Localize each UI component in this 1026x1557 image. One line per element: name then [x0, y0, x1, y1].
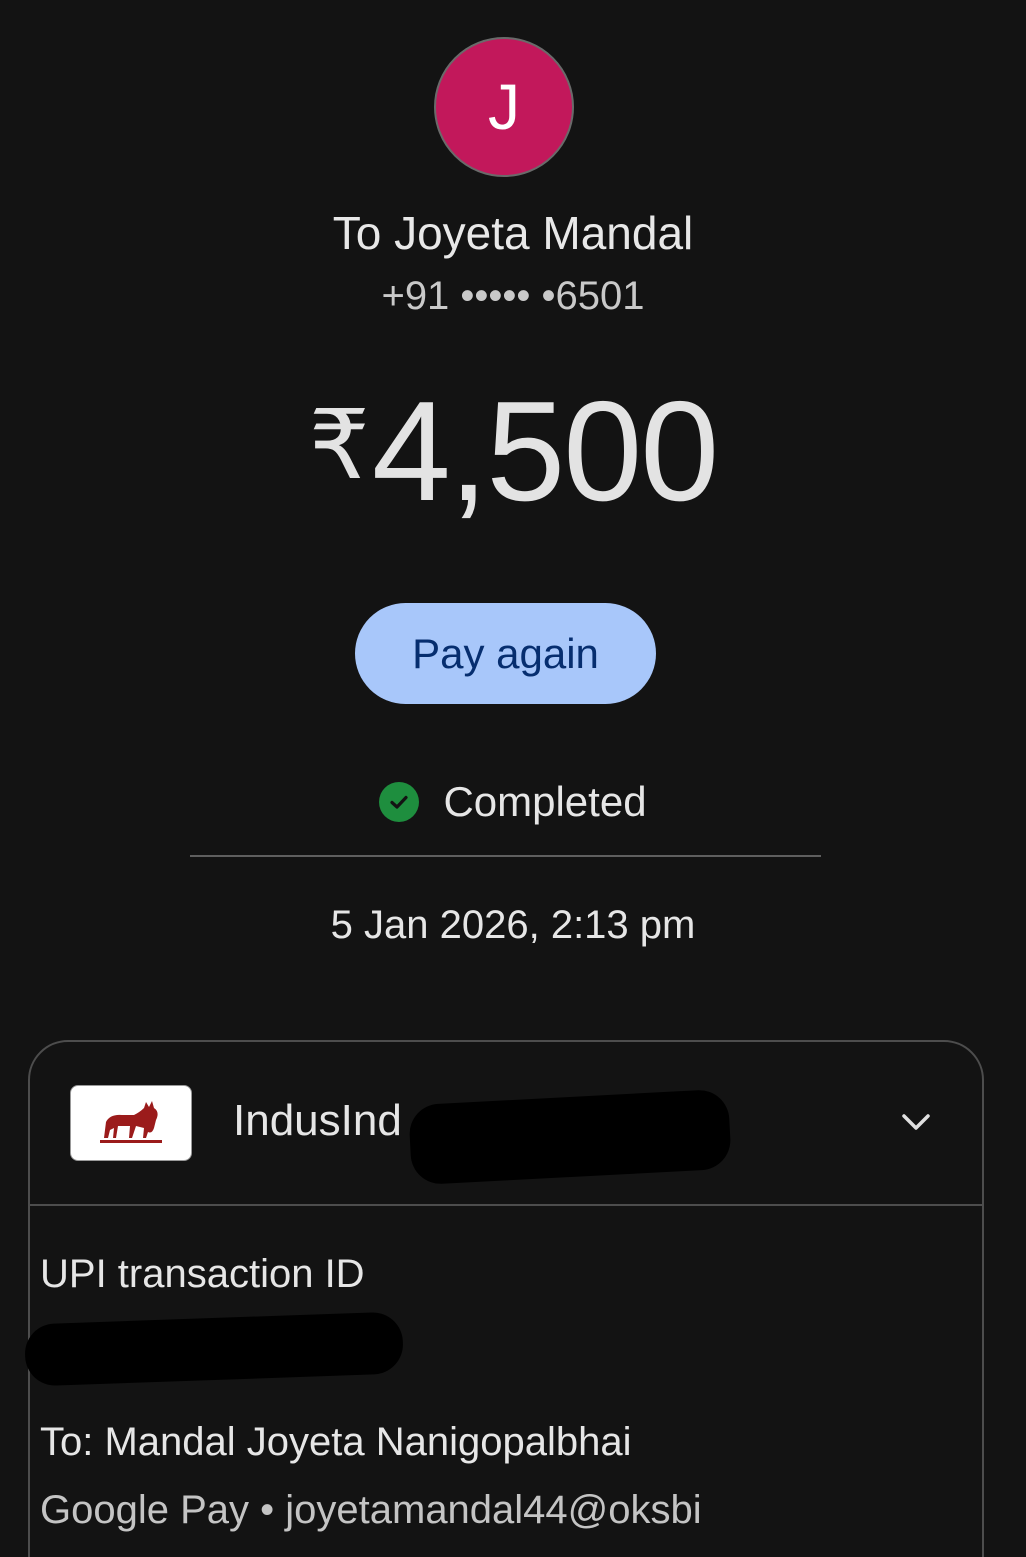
status-row: Completed [0, 778, 1026, 826]
amount-value: 4,500 [371, 372, 719, 531]
avatar-initial: J [488, 71, 520, 143]
redaction-mark [24, 1311, 404, 1387]
bank-account-header[interactable]: IndusInd [30, 1042, 982, 1204]
currency-symbol: ₹ [308, 392, 370, 499]
bank-name: IndusInd [233, 1096, 402, 1145]
details-card: IndusInd [28, 1040, 984, 1557]
recipient-title: To Joyeta Mandal [332, 207, 694, 259]
status-text: Completed [443, 778, 647, 825]
transaction-datetime: 5 Jan 2026, 2:13 pm [330, 903, 696, 947]
recipient-full-name: To: Mandal Joyeta Nanigopalbhai [40, 1420, 632, 1464]
pay-again-button[interactable]: Pay again [355, 603, 656, 704]
amount-display: ₹4,500 [0, 370, 1026, 534]
recipient-avatar: J [434, 37, 574, 177]
redaction-mark [408, 1088, 732, 1186]
check-circle-icon [379, 782, 420, 822]
upi-transaction-id-label: UPI transaction ID [40, 1252, 365, 1296]
divider [190, 855, 821, 857]
chevron-down-icon[interactable] [898, 1104, 934, 1140]
transaction-details-screen: J To Joyeta Mandal +91 ••••• •6501 ₹4,50… [0, 0, 1026, 1557]
card-divider [30, 1204, 982, 1206]
recipient-upi-id: Google Pay • joyetamandal44@oksbi [40, 1488, 702, 1532]
bull-logo-icon [70, 1085, 192, 1161]
recipient-phone: +91 ••••• •6501 [381, 274, 645, 318]
